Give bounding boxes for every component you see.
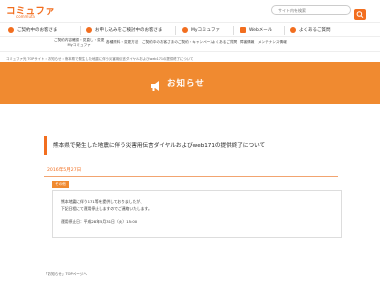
search-icon[interactable] xyxy=(354,5,366,20)
nav-divider xyxy=(80,26,81,35)
nav-item-my-commufa[interactable]: Myコミュファ xyxy=(182,25,220,36)
subnav-label-sub: Myコミュファ xyxy=(67,42,91,47)
nav-divider xyxy=(233,26,234,35)
notice-line: 熊本地震に伴う171等を提供しておりましたが、 xyxy=(61,199,144,204)
nav-item-prospective-customers[interactable]: お申し込みをご検討中のお客さま xyxy=(86,25,163,36)
article-date: 2016年5月27日 xyxy=(47,168,82,173)
notice-box: 熊本地震に伴う171等を提供しておりましたが、 下記日程にて運用停止しますのでご… xyxy=(52,190,342,238)
subnav-label: メンテナンス情報 xyxy=(258,40,287,44)
logo-sub: commufa xyxy=(16,14,35,19)
sub-nav: ご契約内容確認・見直し・変更 Myコミュファ 各種資料・変更方法 ご契約中のお客… xyxy=(0,37,380,52)
search-input[interactable] xyxy=(271,5,351,15)
nav-item-label: お申し込みをご検討中のお客さま xyxy=(95,28,163,33)
page-banner: お知らせ xyxy=(0,62,380,104)
page-title: お知らせ xyxy=(167,79,205,89)
nav-item-label: ご契約中のお客さま xyxy=(17,28,58,33)
notice-line: 下記日程にて運用停止しますのでご連絡いたします。 xyxy=(61,206,152,211)
subnav-item-outage[interactable]: 障害情報 xyxy=(240,40,254,45)
divider xyxy=(44,176,338,177)
nav-divider xyxy=(175,26,176,35)
article-title: 熊本県で発生した地震に伴う災害用伝言ダイヤルおよびweb171の提供終了について xyxy=(53,143,266,149)
nav-item-label: Myコミュファ xyxy=(191,28,221,33)
page: コミュファ commufa ご契約中のお客さま お申し込みをご検討中のお客さま … xyxy=(0,0,380,285)
subnav-label: ご契約中のお客さまの xyxy=(142,40,178,44)
breadcrumb[interactable]: コミュファ光 TOPサイト › お知らせ › 熊本県で発生した地震に伴う災害用伝… xyxy=(6,56,193,61)
nav-item-label: Webメール xyxy=(249,28,273,33)
user-circle-icon xyxy=(182,26,188,33)
subnav-label: 各種資料・変更方法 xyxy=(106,40,139,44)
subnav-label: ご契約内容確認・見直し・変更 xyxy=(54,38,105,42)
subnav-item-maintenance[interactable]: メンテナンス情報 xyxy=(258,40,287,45)
subnav-item-documents[interactable]: 各種資料・変更方法 xyxy=(106,40,138,45)
subnav-item-faq[interactable]: よくあるご質問 xyxy=(212,40,237,45)
question-icon xyxy=(290,26,296,33)
megaphone-icon xyxy=(150,77,161,91)
back-to-news-link[interactable]: 「お知らせ」TOPページへ xyxy=(44,272,87,277)
person-icon xyxy=(8,26,14,33)
subnav-item-contract[interactable]: ご契約内容確認・見直し・変更 Myコミュファ xyxy=(54,38,104,47)
mail-icon xyxy=(240,26,246,33)
subnav-label: 障害情報 xyxy=(240,40,255,44)
nav-item-webmail[interactable]: Webメール xyxy=(240,25,272,36)
site-header: コミュファ commufa xyxy=(0,0,380,22)
notice-line: 運用停止日：平成28年5月31日（火）15:00 xyxy=(61,219,138,224)
category-badge: その他 xyxy=(52,181,69,188)
nav-item-faq[interactable]: よくあるご質問 xyxy=(290,25,331,36)
main-nav: ご契約中のお客さま お申し込みをご検討中のお客さま Myコミュファ Webメール… xyxy=(0,22,380,37)
nav-item-current-customers[interactable]: ご契約中のお客さま xyxy=(8,25,58,36)
subnav-label: よくあるご質問 xyxy=(212,40,238,44)
document-icon xyxy=(86,26,92,33)
subnav-label-sub: ご契約・キャンペーン xyxy=(177,40,214,44)
subnav-item-campaign[interactable]: ご契約中のお客さまのご契約・キャンペーン xyxy=(142,40,214,45)
nav-item-label: よくあるご質問 xyxy=(299,28,331,33)
article-title-box: 熊本県で発生した地震に伴う災害用伝言ダイヤルおよびweb171の提供終了について xyxy=(44,136,338,155)
nav-divider xyxy=(284,26,285,35)
